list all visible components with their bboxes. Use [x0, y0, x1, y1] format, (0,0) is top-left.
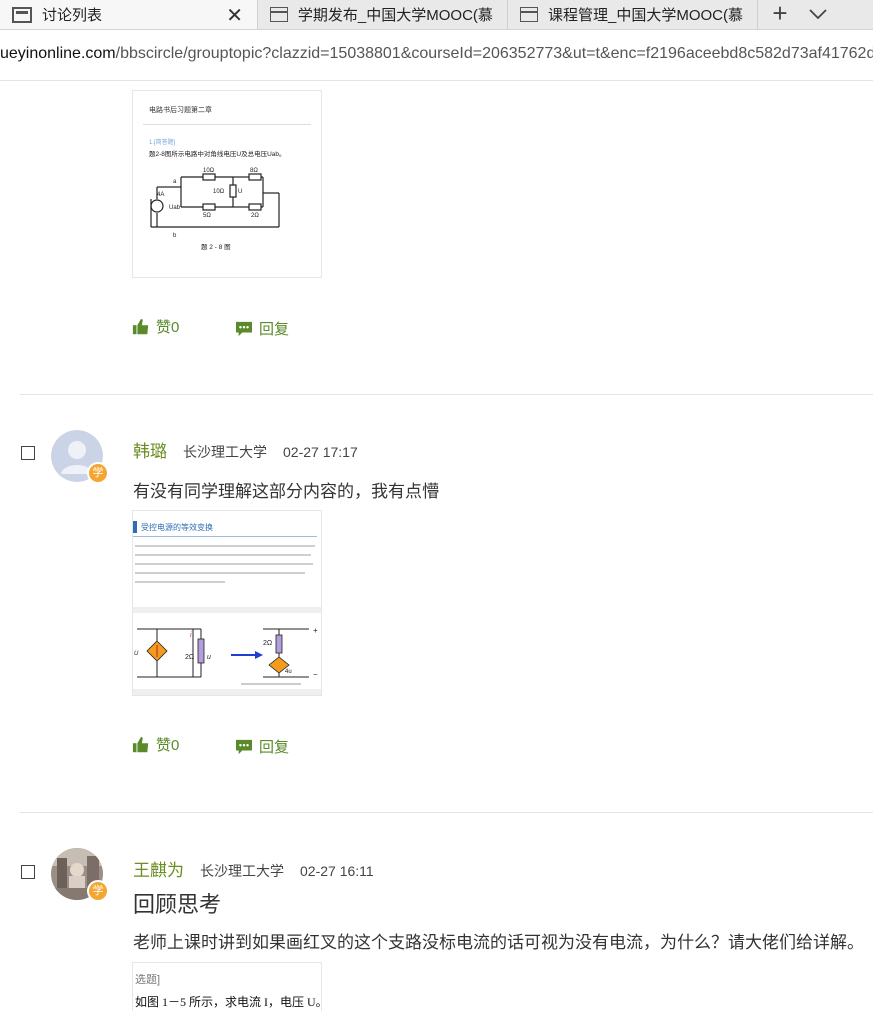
- author-name[interactable]: 王麒为: [133, 856, 184, 881]
- page-icon: [520, 7, 538, 22]
- select-post-checkbox[interactable]: [21, 446, 35, 460]
- address-bar[interactable]: ueyinonline.com/bbscircle/grouptopic?cla…: [0, 30, 873, 81]
- reply-label: 回复: [259, 321, 290, 338]
- student-badge: 学: [87, 462, 109, 484]
- post-text: 老师上课时讲到如果画红叉的这个支路没标电流的话可视为没有电流，为什么？请大佬们给…: [133, 933, 864, 952]
- tab-title: 讨论列表: [42, 7, 103, 24]
- chat-bubble-icon: [236, 321, 252, 336]
- url-host: ueyinonline.com: [0, 45, 116, 62]
- author-name[interactable]: 韩璐: [133, 437, 167, 462]
- divider: [133, 536, 317, 537]
- tab-title: 学期发布_中国大学MOOC(慕: [297, 7, 493, 24]
- circuit-diagram: 10Ω 8Ω 10Ω U 5Ω 2Ω 4A Uab a b 题 2 - 8 图: [150, 168, 280, 251]
- url-path: /bbscircle/grouptopic?clazzid=15038801&c…: [115, 45, 873, 62]
- like-button[interactable]: 赞0: [132, 316, 179, 337]
- heading-marker: [133, 521, 137, 533]
- label-uab: Uab: [169, 205, 181, 211]
- divider: [143, 124, 311, 125]
- post-meta: 王麒为 长沙理工大学 02-27 16:11: [133, 856, 374, 881]
- post-time: 02-27 16:11: [300, 863, 374, 879]
- select-post-checkbox[interactable]: [21, 865, 35, 879]
- question-text: 题2-8图所示电路中对角线电压U及总电压Uab。: [149, 151, 286, 158]
- school-name: 长沙理工大学: [183, 444, 267, 460]
- question-type: 1.[简答题]: [149, 140, 176, 146]
- label-node-a: a: [173, 179, 177, 185]
- chevron-down-icon[interactable]: [806, 2, 830, 26]
- label-u: u: [207, 654, 211, 661]
- label-source: 4A: [157, 192, 164, 198]
- attachment-image[interactable]: 选题] 如图 1－5 所示，求电流 I，电压 U。: [132, 962, 322, 1011]
- avatar[interactable]: 学: [51, 430, 109, 484]
- post-title[interactable]: 回顾思考: [133, 887, 221, 919]
- label-U: U: [134, 651, 139, 657]
- label-minus: −: [313, 670, 318, 679]
- school-name: 长沙理工大学: [200, 863, 284, 879]
- attachment-image[interactable]: 受控电源的等效变换 2Ω 2Ω u i 4u U + −: [132, 510, 322, 696]
- tab-title: 课程管理_中国大学MOOC(慕: [548, 7, 744, 24]
- blurred-text-block: [135, 543, 319, 603]
- page-icon: [12, 6, 32, 23]
- tab-course-management[interactable]: 课程管理_中国大学MOOC(慕: [508, 0, 758, 29]
- like-button[interactable]: 赞0: [132, 734, 179, 755]
- label-4u: 4u: [285, 669, 292, 675]
- label-r3: 10Ω: [213, 189, 225, 195]
- divider-band: [133, 607, 321, 613]
- browser-tab-bar: 讨论列表 ✕ 学期发布_中国大学MOOC(慕 课程管理_中国大学MOOC(慕 +: [0, 0, 873, 30]
- image-text-line: 选题]: [135, 974, 161, 986]
- image-text-line: 如图 1－5 所示，求电流 I，电压 U。: [135, 995, 322, 1009]
- avatar[interactable]: 学: [51, 848, 109, 902]
- post-text: 有没有同学理解这部分内容的，我有点懵: [133, 482, 439, 501]
- page-icon: [270, 7, 288, 22]
- figure-caption: 题 2 - 8 图: [201, 243, 231, 251]
- reply-button[interactable]: 回复: [235, 736, 289, 757]
- reply-label: 回复: [259, 739, 290, 756]
- label-plus: +: [313, 626, 318, 635]
- like-count: 赞0: [156, 737, 180, 754]
- post-divider: [20, 394, 873, 395]
- thumbs-up-icon: [132, 736, 149, 752]
- label-r5: 2Ω: [251, 213, 259, 219]
- attachment-image[interactable]: 电路书后习题第二章 1.[简答题] 题2-8图所示电路中对角线电压U及总电压Ua…: [132, 90, 322, 278]
- tab-discussion-list[interactable]: 讨论列表 ✕: [0, 0, 258, 29]
- dependent-source-diagram: 2Ω 2Ω u i 4u U + −: [134, 626, 318, 685]
- like-count: 赞0: [156, 319, 180, 336]
- student-badge: 学: [87, 880, 109, 902]
- label-r2: 8Ω: [250, 168, 258, 174]
- label-r1: 10Ω: [203, 168, 215, 174]
- new-tab-button[interactable]: +: [768, 0, 792, 29]
- image-heading: 电路书后习题第二章: [149, 107, 212, 114]
- image-heading: 受控电源的等效变换: [141, 523, 213, 532]
- divider-band: [133, 689, 321, 695]
- label-r-left: 2Ω: [185, 654, 194, 661]
- url-text[interactable]: ueyinonline.com/bbscircle/grouptopic?cla…: [0, 45, 873, 63]
- chat-bubble-icon: [236, 739, 252, 754]
- close-tab-icon[interactable]: ✕: [226, 3, 243, 28]
- tab-semester-publish[interactable]: 学期发布_中国大学MOOC(慕: [258, 0, 508, 29]
- post-time: 02-27 17:17: [283, 444, 358, 460]
- label-node-b: b: [173, 233, 177, 239]
- label-r4: 5Ω: [203, 213, 211, 219]
- label-r-right: 2Ω: [263, 640, 272, 647]
- discussion-content: 电路书后习题第二章 1.[简答题] 题2-8图所示电路中对角线电压U及总电压Ua…: [0, 81, 873, 1011]
- label-u: U: [238, 189, 242, 195]
- post-meta: 韩璐 长沙理工大学 02-27 17:17: [133, 437, 358, 462]
- thumbs-up-icon: [132, 318, 149, 334]
- label-i: i: [190, 632, 192, 639]
- post-divider: [20, 812, 873, 813]
- reply-button[interactable]: 回复: [235, 318, 289, 339]
